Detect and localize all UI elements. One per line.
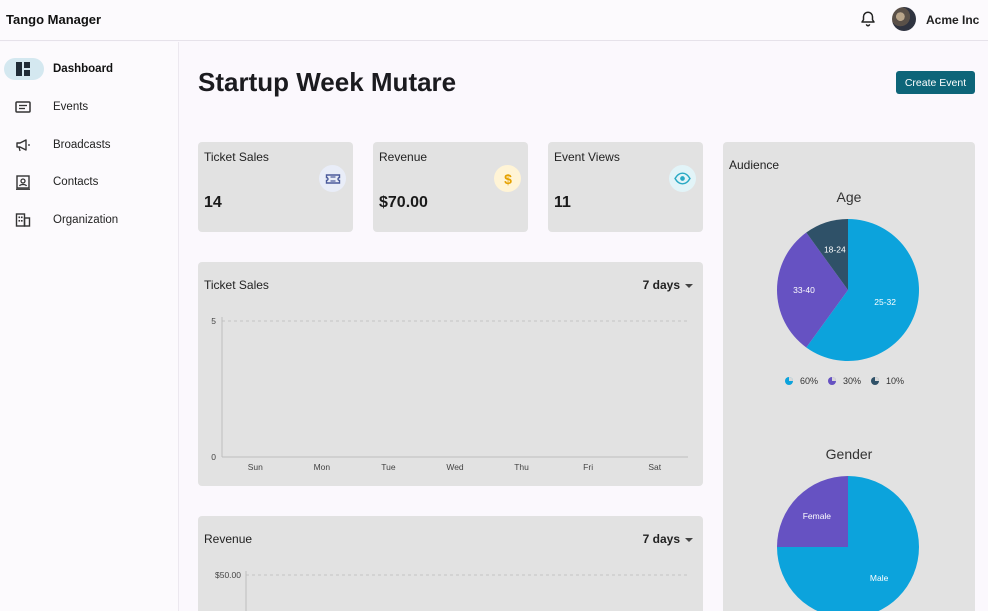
sidebar-item-label: Dashboard xyxy=(53,63,114,75)
slice-label: Male xyxy=(870,573,889,583)
y-tick-label: 5 xyxy=(211,316,216,326)
sidebar-item-contacts[interactable]: Contacts xyxy=(4,170,176,194)
y-tick-label: $50.00 xyxy=(215,570,241,580)
sidebar-item-label: Contacts xyxy=(53,176,99,188)
stat-icon-badge: $ xyxy=(494,165,521,192)
x-tick-label: Sun xyxy=(248,462,263,472)
gender-pie-chart: Male Female xyxy=(777,476,919,611)
stat-value: $70.00 xyxy=(379,194,428,211)
svg-text:$: $ xyxy=(504,171,512,187)
revenue-chart: $50.00 xyxy=(215,570,688,611)
sidebar-item-label: Broadcasts xyxy=(53,139,111,151)
megaphone-icon xyxy=(16,139,30,152)
stat-value: 11 xyxy=(554,194,571,211)
events-icon xyxy=(15,101,31,113)
x-tick-label: Tue xyxy=(381,462,396,472)
contacts-icon xyxy=(16,175,30,190)
stat-card-revenue: Revenue $ $70.00 xyxy=(373,142,528,232)
ticket-sales-chart: 0 5 Sun Mon Tue Wed Thu Fri Sat xyxy=(211,316,688,472)
x-tick-label: Wed xyxy=(446,462,464,472)
sidebar-item-dashboard[interactable]: Dashboard xyxy=(4,57,176,81)
sidebar-item-organization[interactable]: Organization xyxy=(4,208,176,232)
ticket-icon xyxy=(325,173,340,184)
y-tick-label: 0 xyxy=(211,452,216,462)
sidebar-item-broadcasts[interactable]: Broadcasts xyxy=(4,133,176,157)
slice-label: Female xyxy=(803,511,832,521)
stat-label: Event Views xyxy=(554,150,620,164)
revenue-chart-card: Revenue 7 days $50.00 xyxy=(198,516,703,611)
dashboard-icon xyxy=(16,62,30,76)
avatar[interactable] xyxy=(892,7,916,31)
stat-label: Revenue xyxy=(379,150,428,164)
sidebar-item-label: Organization xyxy=(53,214,119,226)
create-event-button[interactable]: Create Event xyxy=(896,71,975,94)
top-bar: Tango Manager Acme Inc xyxy=(0,0,988,41)
sidebar: Dashboard Events Broadcasts Contacts Org… xyxy=(0,42,179,611)
bell-icon[interactable] xyxy=(859,10,877,28)
dollar-icon: $ xyxy=(504,171,512,187)
stat-card-ticket-sales: Ticket Sales 14 xyxy=(198,142,353,232)
sidebar-item-label: Events xyxy=(53,101,89,113)
x-tick-label: Sat xyxy=(648,462,661,472)
stat-card-event-views: Event Views 11 xyxy=(548,142,703,232)
app-title: Tango Manager xyxy=(6,12,102,27)
page-title: Startup Week Mutare xyxy=(198,67,457,97)
sidebar-item-events[interactable]: Events xyxy=(4,95,176,119)
stat-label: Ticket Sales xyxy=(204,150,269,164)
org-name[interactable]: Acme Inc xyxy=(926,13,979,27)
building-icon xyxy=(15,213,31,227)
stat-value: 14 xyxy=(204,194,222,211)
eye-icon xyxy=(674,172,691,185)
x-tick-label: Thu xyxy=(514,462,529,472)
x-tick-label: Fri xyxy=(583,462,593,472)
ticket-sales-chart-card: Ticket Sales 7 days 0 5 Sun Mon Tue Wed Thu Fri… xyxy=(198,262,703,486)
audience-card: Audience Age 25-32 33-40 18-24 60% 30% 10%… xyxy=(723,142,975,611)
x-tick-label: Mon xyxy=(314,462,331,472)
stat-icon-badge xyxy=(319,165,346,192)
stat-icon-badge xyxy=(669,165,696,192)
